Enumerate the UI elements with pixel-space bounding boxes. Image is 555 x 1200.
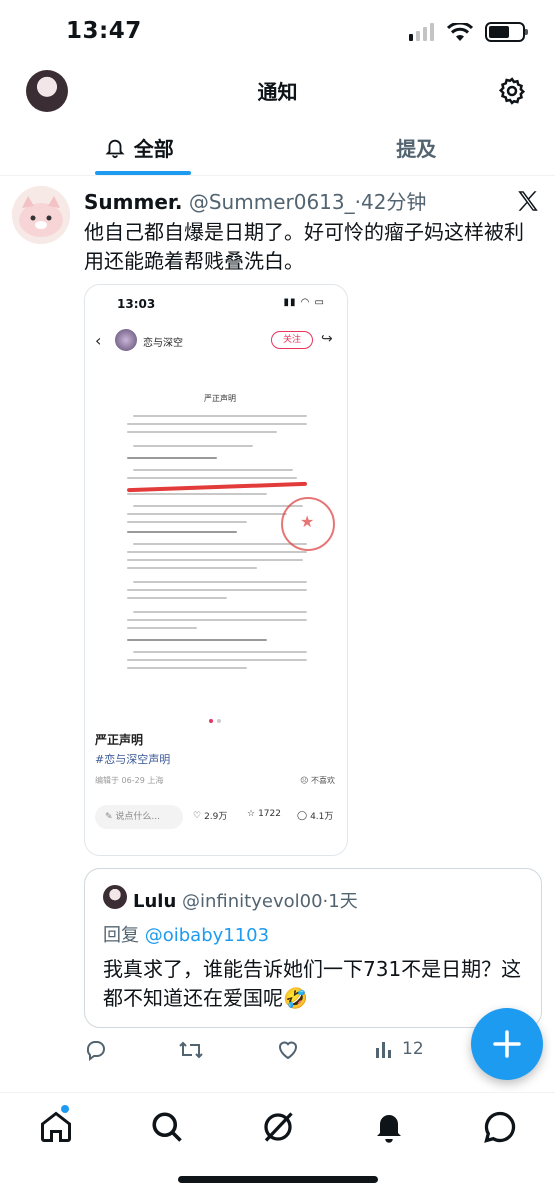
image-like-stat: ♡ 2.9万: [193, 810, 228, 823]
image-star-stat: ☆ 1722: [247, 809, 281, 819]
redaction-mark: [126, 481, 308, 493]
status-icons: [409, 22, 528, 42]
reply-icon: [86, 1041, 105, 1061]
battery-icon: [485, 22, 528, 42]
page-title: 通知: [257, 80, 298, 104]
author-avatar[interactable]: [12, 186, 70, 244]
image-status-icons: ▮▮ ◠ ▭: [283, 297, 325, 308]
wifi-icon: [447, 22, 473, 41]
repost-button[interactable]: [178, 1038, 204, 1062]
quote-text: 我真求了，谁能告诉她们一下731不是日期？这都不知道还在爱国呢🤣: [103, 957, 522, 1010]
image-status-time: 13:03: [117, 297, 156, 311]
heart-icon: [278, 1041, 298, 1060]
document-title: 严正声明: [204, 394, 236, 403]
grok-icon[interactable]: [260, 1109, 296, 1145]
messages-icon[interactable]: [482, 1109, 518, 1145]
quoted-post[interactable]: Lulu @infinityevol00·1天 回复 @oibaby1103 我…: [84, 868, 542, 1028]
search-icon[interactable]: [149, 1109, 185, 1145]
quote-time: ·1天: [322, 891, 358, 912]
image-comment-stat: ◯ 4.1万: [297, 810, 334, 823]
author-handle[interactable]: @Summer0613_: [189, 190, 355, 214]
like-button[interactable]: [276, 1038, 300, 1062]
carousel-dots: [209, 719, 221, 723]
red-seal-stamp: [281, 497, 335, 551]
back-arrow-icon: ‹: [95, 331, 102, 350]
image-follow-button: 关注: [271, 331, 313, 349]
status-bar: 13:47: [0, 0, 555, 64]
views-count: 12: [402, 1039, 424, 1059]
home-icon[interactable]: [38, 1109, 74, 1145]
quote-author-name: Lulu: [133, 891, 177, 912]
post-text: 他自己都自爆是日期了。好可怜的瘤子妈这样被利用还能跪着帮贱叠洗白。: [84, 220, 524, 273]
home-indicator: [178, 1176, 378, 1183]
statement-document: 严正声明: [123, 385, 335, 725]
image-hashtag: #恋与深空声明: [95, 753, 171, 766]
repost-icon: [179, 1041, 203, 1059]
quote-header: Lulu @infinityevol00·1天: [133, 887, 358, 913]
signal-icon: [409, 23, 434, 41]
attached-image[interactable]: 13:03 ▮▮ ◠ ▭ ‹ 恋与深空 关注 ↪ 严正声明 ★ 严正声明 #恋与…: [84, 284, 348, 856]
notification-header: Summer. @Summer0613_·42分钟: [84, 186, 426, 215]
post-time: ·42分钟: [354, 190, 427, 214]
pink-plush-icon: [12, 186, 70, 244]
bar-chart-icon: [376, 1042, 391, 1058]
reply-handle[interactable]: @oibaby1103: [145, 925, 269, 946]
image-dislike: ☹ 不喜欢: [300, 776, 335, 785]
tab-all[interactable]: 全部: [0, 120, 278, 175]
share-icon: ↪: [321, 331, 333, 347]
bottom-navigation: [0, 1092, 555, 1200]
quote-reply-line: 回复 @oibaby1103: [103, 921, 269, 947]
tab-mentions-label: 提及: [396, 137, 437, 161]
image-edited-meta: 编辑于 06-29 上海: [95, 776, 164, 785]
notification-item[interactable]: Summer. @Summer0613_·42分钟 他自己都自爆是日期了。好可怜…: [0, 178, 555, 1090]
compose-button[interactable]: [471, 1008, 543, 1080]
views-button[interactable]: 12: [374, 1038, 424, 1060]
image-account-name: 恋与深空: [143, 338, 183, 349]
status-time: 13:47: [66, 18, 142, 44]
reply-prefix: 回复: [103, 925, 139, 946]
notifications-bell-icon[interactable]: [371, 1109, 407, 1145]
post-actions: 12: [84, 1038, 484, 1068]
notification-tabs: 全部 提及: [0, 120, 555, 176]
quote-author-handle: @infinityevol00: [182, 891, 323, 912]
plus-icon: [493, 1030, 521, 1058]
bell-icon: [105, 139, 125, 158]
app-header: 通知: [0, 64, 555, 116]
home-unread-dot: [61, 1105, 69, 1113]
tab-mentions[interactable]: 提及: [278, 120, 555, 175]
image-comment-input: ✎ 说点什么...: [95, 805, 183, 829]
quote-author-avatar: [103, 885, 127, 909]
image-account-avatar: [115, 329, 137, 351]
tab-all-label: 全部: [133, 137, 174, 161]
author-name[interactable]: Summer.: [84, 190, 183, 214]
x-logo-icon: [518, 191, 538, 211]
reply-button[interactable]: [84, 1038, 108, 1062]
image-post-title: 严正声明: [95, 733, 144, 747]
gear-icon[interactable]: [497, 76, 527, 106]
